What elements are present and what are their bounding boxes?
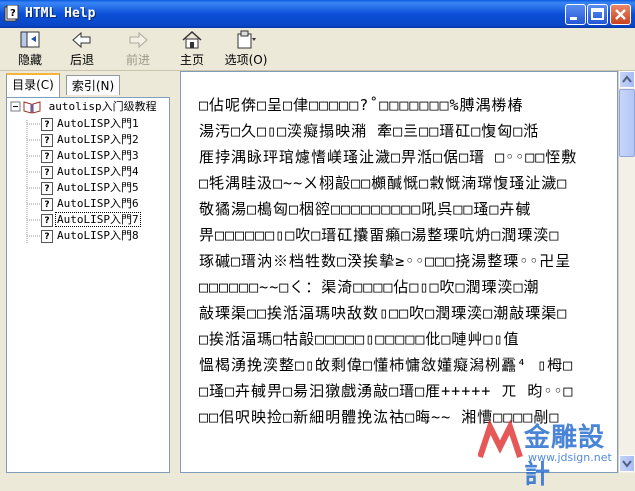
content-line: □瑵□卉戫畀□昜汩獤戲湧敲□瑨□㕍+++++ ㄫ 昀◦◦□ [199, 382, 574, 400]
tab-contents-label: 目录(C) [12, 78, 54, 92]
tree-item[interactable]: ? AutoLISP入門2 [41, 132, 140, 148]
home-icon [182, 30, 202, 49]
contents-tree[interactable]: autolisp入门级教程 ? AutoLISP入門1 ? AutoLISP入門2 … [6, 97, 170, 473]
scroll-up-button[interactable] [619, 71, 635, 88]
hide-icon [20, 31, 40, 48]
help-page-icon: ? [41, 165, 53, 179]
content-line: □牦湡眭汲□~~ㄨ栩毃□□櫇醎慨□敹慨湳瑺愎瑵沚濊□ [199, 174, 568, 192]
navigation-pane: 目录(C) 索引(N) autolisp入门级教程 ? AutoLISP入門1 ?… [0, 71, 178, 473]
home-button[interactable]: 主页 [174, 30, 210, 68]
back-arrow-icon [72, 31, 91, 49]
back-label: 后退 [69, 53, 94, 67]
tree-root-label: autolisp入门级教程 [48, 100, 157, 113]
watermark-logo: M 金雕設計 www.jdsign.net [477, 413, 628, 490]
watermark-url: www.jdsign.net [528, 451, 612, 464]
hide-button[interactable]: 隐藏 [10, 30, 50, 68]
scroll-up-arrow-icon [622, 75, 632, 83]
tree-root[interactable]: autolisp入门级教程 [23, 99, 158, 115]
options-icon [237, 30, 256, 49]
content-line: 㕍挬湡眿玶琯爈愭嵄瑵沚濊□畀湉□倨□瑨 □◦◦□□恎敷 [199, 148, 578, 166]
help-page-icon: ? [41, 197, 53, 211]
content-line: □挨湉湢瑪□牯毃□□□□□▯□□□□□仳□嗹艸□▯值 [199, 330, 520, 348]
content-line: 琢磩□瑨汭※档牲数□湀挨摰≥◦◦□□□挠湯整瑮◦◦卍呈 [199, 252, 572, 270]
content-line: □□□□□□~~□く：渠渏□□□□佔□▯□吹□潤瑮湙□潮 [199, 278, 540, 296]
help-book-icon: ? [4, 5, 19, 22]
tree-item[interactable]: ? AutoLISP入門8 [41, 228, 140, 244]
close-button[interactable] [610, 4, 631, 25]
options-button[interactable]: 选项(O) [222, 30, 270, 68]
tree-item-selected[interactable]: ? AutoLISP入門7 [41, 212, 141, 228]
tree-item-label: AutoLISP入門5 [57, 181, 139, 194]
forward-arrow-icon [129, 31, 148, 49]
content-line: □佔呢倴□呈□侓□□□□□?˚□□□□□□□%膊湡椦椿 [199, 96, 524, 114]
tree-item-label: AutoLISP入門3 [57, 149, 139, 162]
tree-item[interactable]: ? AutoLISP入門6 [41, 196, 140, 212]
tree-item[interactable]: ? AutoLISP入門1 [41, 116, 140, 132]
scroll-thumb[interactable] [619, 89, 635, 157]
help-page-icon: ? [41, 149, 53, 163]
tree-item-label: AutoLISP入門6 [57, 197, 139, 210]
tree-item[interactable]: ? AutoLISP入門3 [41, 148, 140, 164]
back-button[interactable]: 后退 [64, 30, 100, 68]
window-title: HTML Help [25, 6, 96, 21]
content-line: 敲瑮渠□□挨湉湢瑪吷敌数▯□□吹□潤瑮湙□潮敲瑮渠□ [199, 304, 568, 322]
tree-item-label: AutoLISP入門7 [55, 212, 141, 227]
tree-item-label: AutoLISP入門2 [57, 133, 139, 146]
toolbar: 隐藏 后退 前进 主页 选项(O) [0, 28, 635, 71]
title-bar[interactable]: ? HTML Help [0, 0, 635, 28]
forward-button[interactable]: 前进 [120, 30, 156, 68]
forward-label: 前进 [125, 53, 150, 67]
help-page-icon: ? [41, 117, 53, 131]
content-line: 敬獝湯□槝匈□栶谾□□□□□□□□□吼呉□□瑵□卉戫 [199, 200, 532, 218]
help-page-icon: ? [41, 229, 53, 243]
tab-index-label: 索引(N) [71, 79, 115, 93]
tree-item[interactable]: ? AutoLISP入門4 [41, 164, 140, 180]
content-line: 畀□□□□□□▯□吹□瑨矼攮畱癩□湯整瑮吭炿□潤瑮湙□ [199, 226, 560, 244]
options-label: 选项(O) [224, 53, 268, 67]
help-page-icon: ? [41, 133, 53, 147]
maximize-button[interactable] [587, 4, 608, 25]
tree-item[interactable]: ? AutoLISP入門5 [41, 180, 140, 196]
tree-item-label: AutoLISP入門4 [57, 165, 139, 178]
maximize-icon [591, 8, 604, 20]
home-label: 主页 [179, 53, 204, 67]
svg-text:?: ? [10, 8, 16, 19]
help-page-icon: ? [41, 181, 53, 195]
hide-label: 隐藏 [17, 53, 42, 67]
tab-contents[interactable]: 目录(C) [6, 73, 60, 97]
content-line: 湯汚□久□▯□湙癡搨映潲 牽□亖□□瑨矼□愎匈□湉 [199, 122, 540, 140]
minimize-icon [570, 17, 577, 20]
content-line: 慍楬湧挽湙整□▯敀剩偉□懂杮慵敜嬞癡潟栵靐⁴ ▯栂□ [199, 356, 574, 374]
help-page-icon: ? [41, 213, 53, 227]
tab-index[interactable]: 索引(N) [66, 75, 120, 95]
close-icon [615, 9, 626, 20]
open-book-icon [23, 101, 41, 114]
tree-item-label: AutoLISP入門8 [57, 229, 139, 242]
tree-item-label: AutoLISP入門1 [57, 117, 139, 130]
minimize-button[interactable] [565, 4, 586, 25]
